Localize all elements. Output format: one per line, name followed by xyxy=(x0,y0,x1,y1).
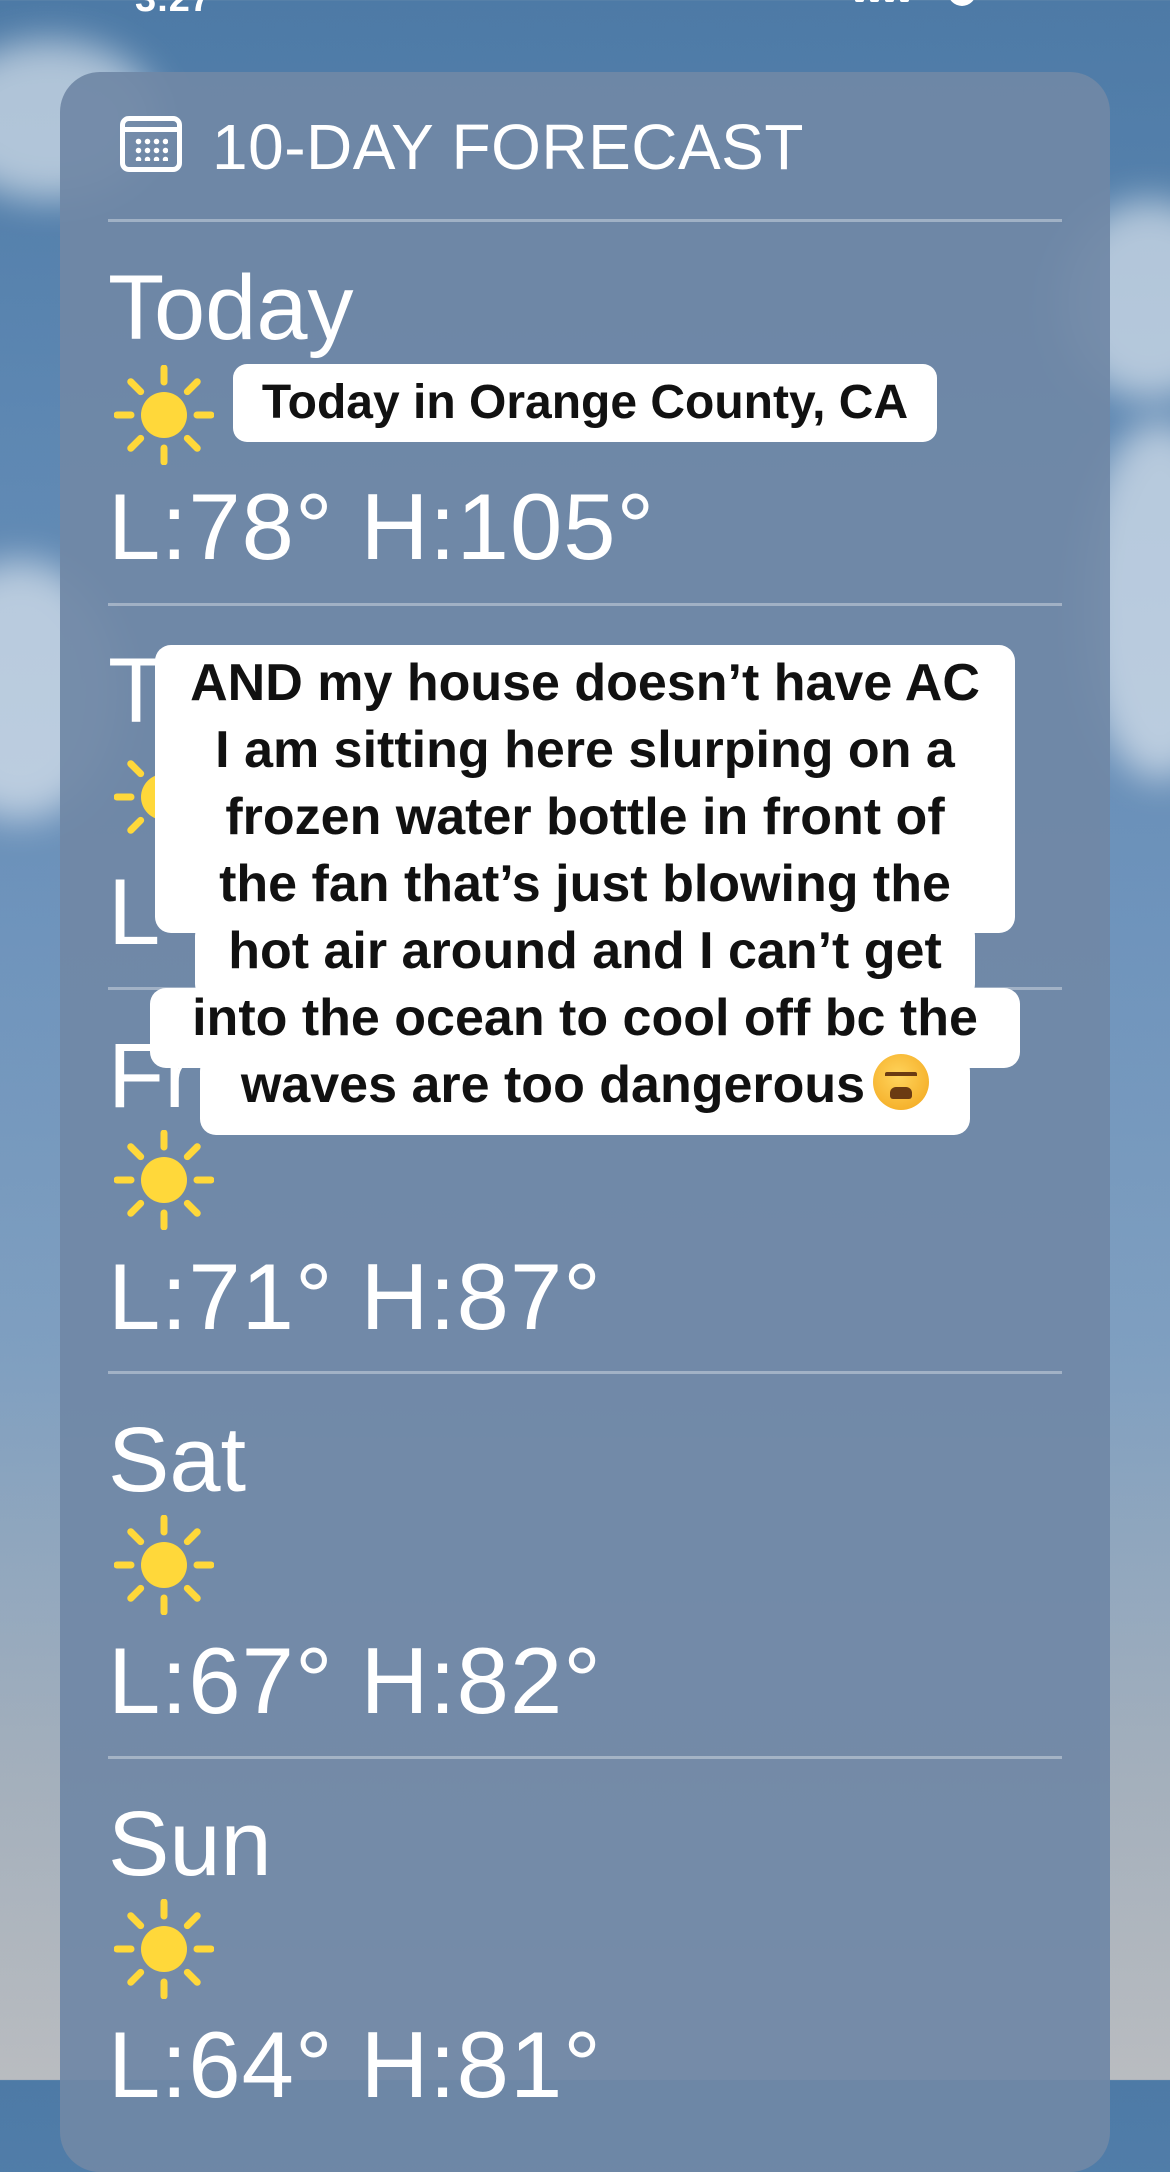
forecast-title: 10-DAY FORECAST xyxy=(212,111,804,183)
temp-high: H:105° xyxy=(360,474,656,579)
temp-low: L:78° xyxy=(108,474,334,579)
caption-line: into the ocean to cool off bc the xyxy=(192,989,978,1047)
temp-high: H:81° xyxy=(360,2012,602,2117)
temp-low: L:71° xyxy=(108,1244,334,1349)
day-name-today: Today xyxy=(108,257,354,359)
temp-range-sat: L:67° H:82° xyxy=(108,1634,602,1728)
rant-caption: AND my house doesn’t have AC I am sittin… xyxy=(140,650,1030,1119)
caption-line: AND my house doesn’t have AC xyxy=(190,654,980,712)
caption-line: I am sitting here slurping on a xyxy=(215,721,955,779)
status-time: 3:27 xyxy=(135,0,211,21)
status-bar: 3:27 89 xyxy=(0,0,1170,21)
sun-icon xyxy=(114,1899,214,1999)
temp-range-fri: L:71° H:87° xyxy=(108,1250,602,1344)
temp-low: L:67° xyxy=(108,1628,334,1733)
divider xyxy=(108,1756,1062,1759)
temp-high: H:82° xyxy=(360,1628,602,1733)
sun-icon xyxy=(114,365,214,465)
day-name-sun: Sun xyxy=(108,1793,272,1895)
sun-icon xyxy=(114,1130,214,1230)
calendar-icon xyxy=(120,116,182,172)
signal-icon xyxy=(855,0,909,2)
temp-high: H:87° xyxy=(360,1244,602,1349)
tired-face-emoji xyxy=(873,1054,930,1110)
caption-line: waves are too dangerous xyxy=(140,1052,1030,1119)
location-caption: Today in Orange County, CA xyxy=(233,364,937,442)
divider xyxy=(108,219,1062,222)
caption-line: the fan that’s just blowing the xyxy=(219,855,951,913)
divider xyxy=(108,603,1062,606)
forecast-header: 10-DAY FORECAST xyxy=(60,72,1110,220)
temp-range-today: L:78° H:105° xyxy=(108,480,655,574)
caption-line: frozen water bottle in front of xyxy=(225,788,945,846)
temp-low: L:64° xyxy=(108,2012,334,2117)
day-name-sat: Sat xyxy=(108,1409,247,1511)
temp-range-sun: L:64° H:81° xyxy=(108,2018,602,2112)
caption-line-text: waves are too dangerous xyxy=(240,1056,866,1114)
sun-icon xyxy=(114,1515,214,1615)
caption-line: hot air around and I can’t get xyxy=(228,922,942,980)
wifi-icon xyxy=(948,0,976,6)
divider xyxy=(108,1371,1062,1374)
